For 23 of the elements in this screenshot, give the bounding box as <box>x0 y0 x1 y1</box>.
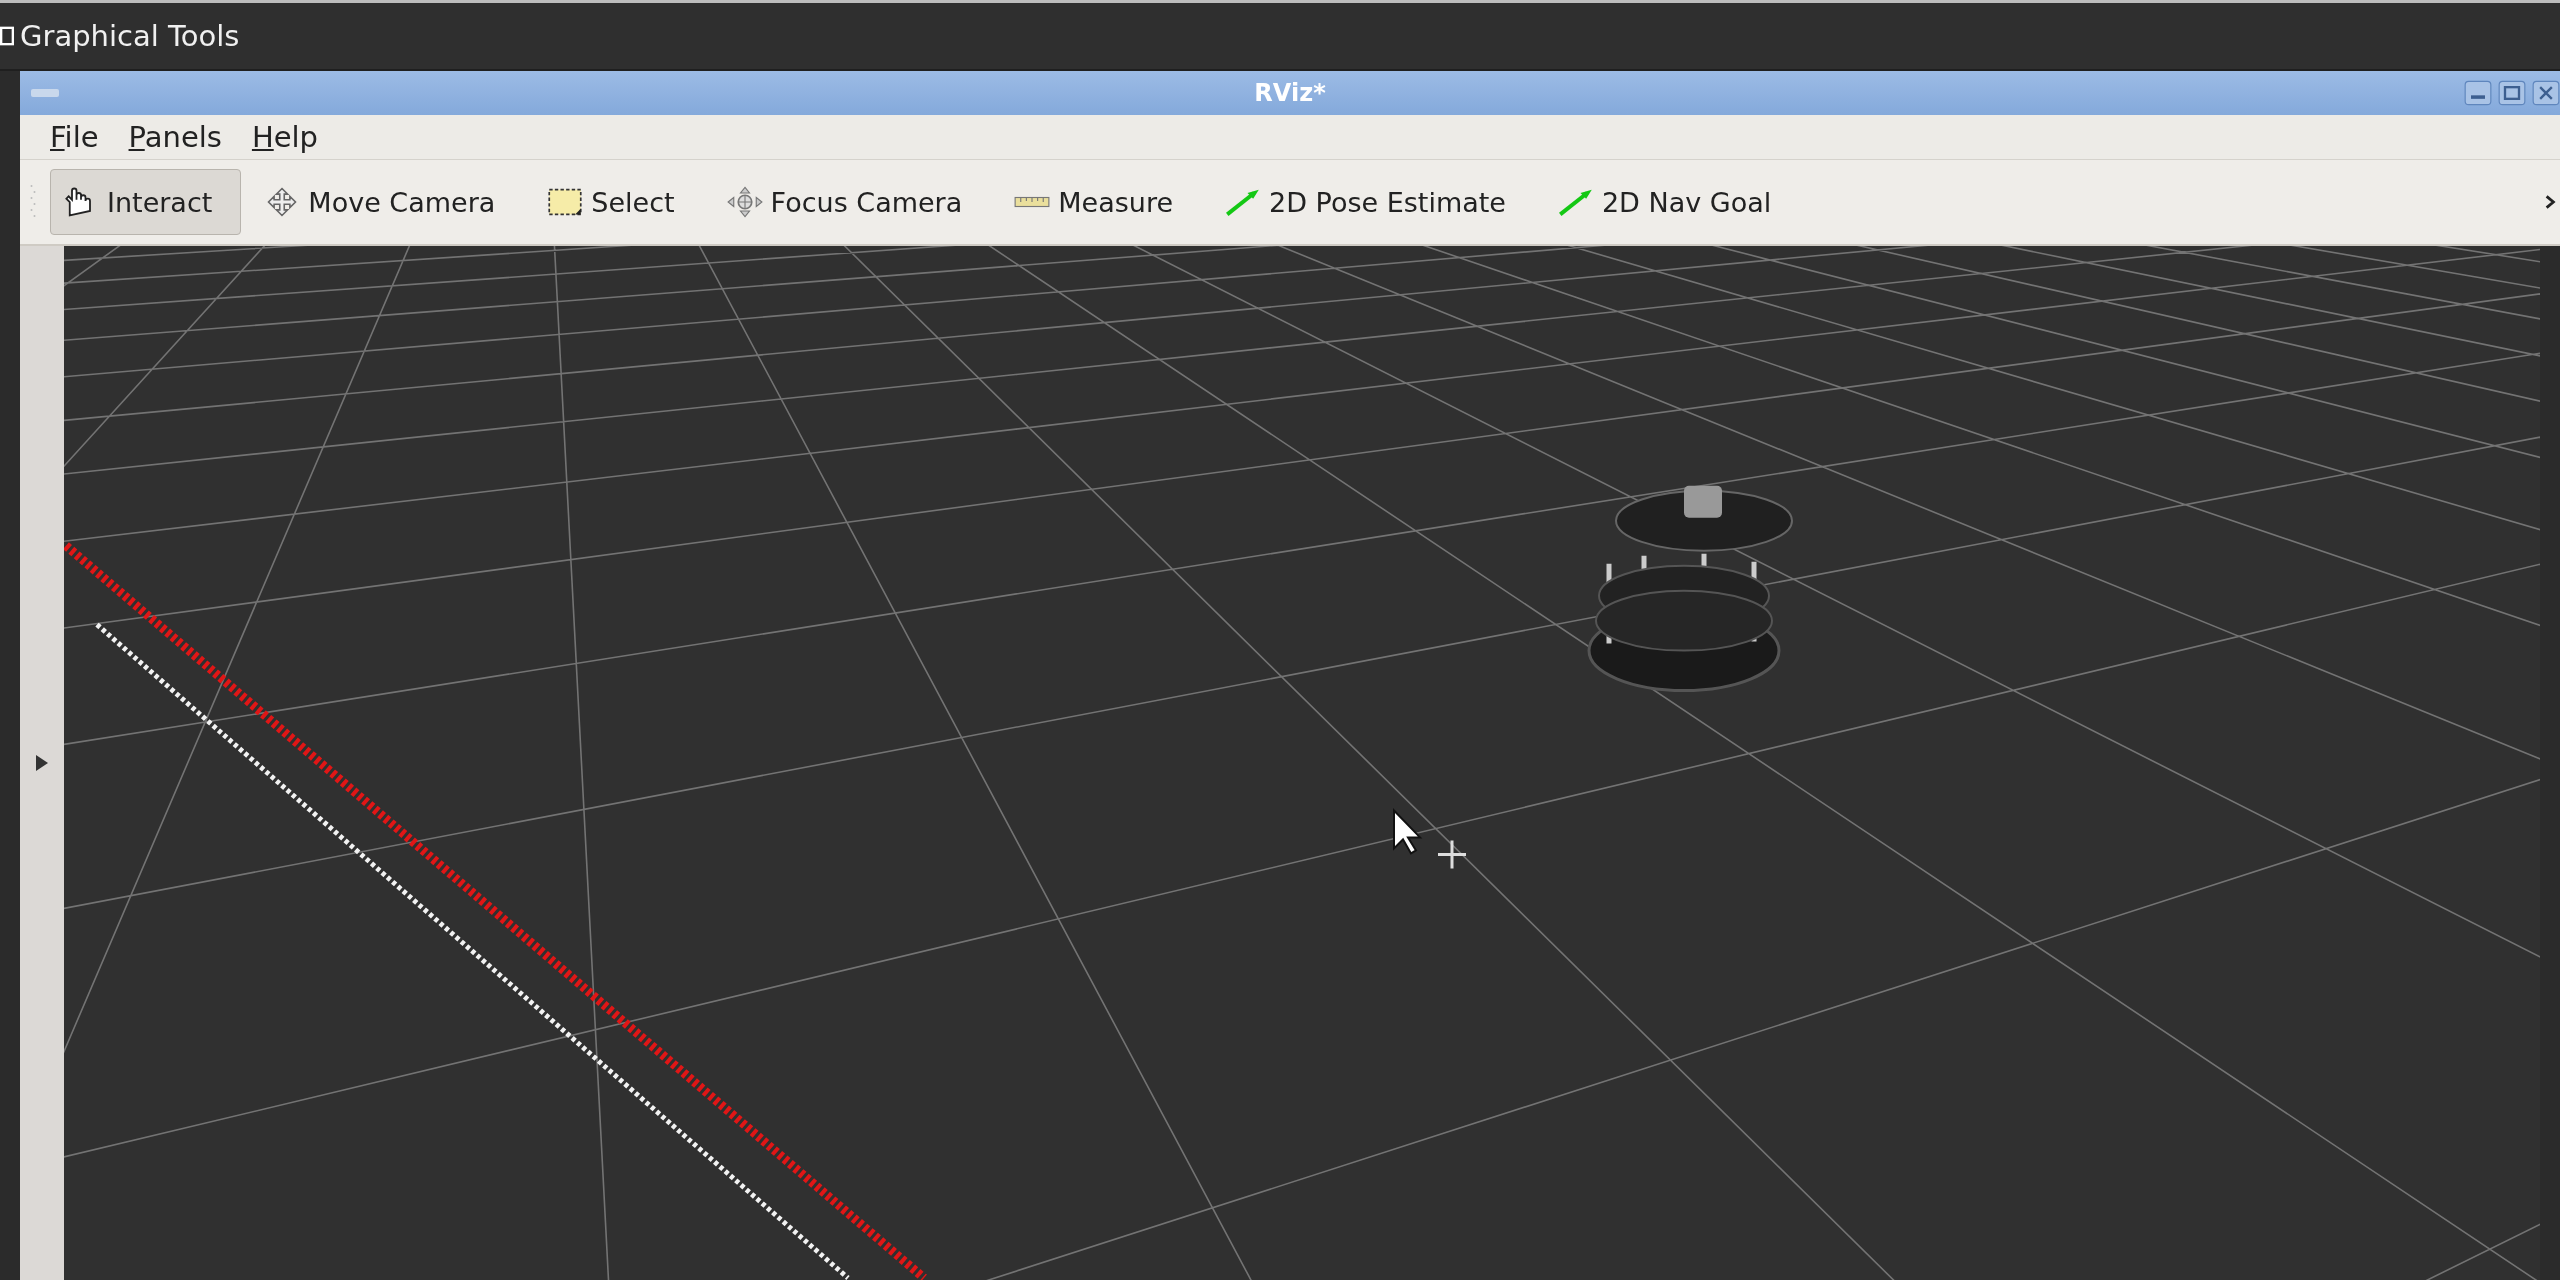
maximize-icon[interactable] <box>2498 80 2526 106</box>
close-icon[interactable] <box>2532 80 2560 106</box>
desktop-title: Graphical Tools <box>20 19 240 53</box>
tool-button[interactable]: 2D Nav Goal <box>1544 169 1801 235</box>
crosshair-icon <box>726 186 763 218</box>
chevron-icon[interactable] <box>2544 193 2556 211</box>
cursor-icon <box>1393 807 1468 870</box>
window-title: RViz* <box>1254 79 1326 107</box>
select-icon <box>547 186 584 218</box>
tool-button[interactable]: Measure <box>1001 169 1202 235</box>
window-icon <box>0 24 14 48</box>
minimize-icon[interactable] <box>2464 80 2492 106</box>
tool-button[interactable]: Focus Camera <box>713 169 992 235</box>
menu-item[interactable]: File <box>50 120 99 154</box>
tool-button[interactable]: Select <box>534 169 704 235</box>
tool-button[interactable]: 2D Pose Estimate <box>1212 169 1535 235</box>
expand-icon <box>35 754 49 772</box>
side-panel-toggle[interactable] <box>20 246 64 1280</box>
tool-button[interactable]: Interact <box>50 169 242 235</box>
tool-button[interactable]: Move Camera <box>251 169 525 235</box>
menu-item[interactable]: Help <box>251 120 319 154</box>
app-icon <box>30 86 60 100</box>
menu-item[interactable]: Panels <box>128 120 222 154</box>
